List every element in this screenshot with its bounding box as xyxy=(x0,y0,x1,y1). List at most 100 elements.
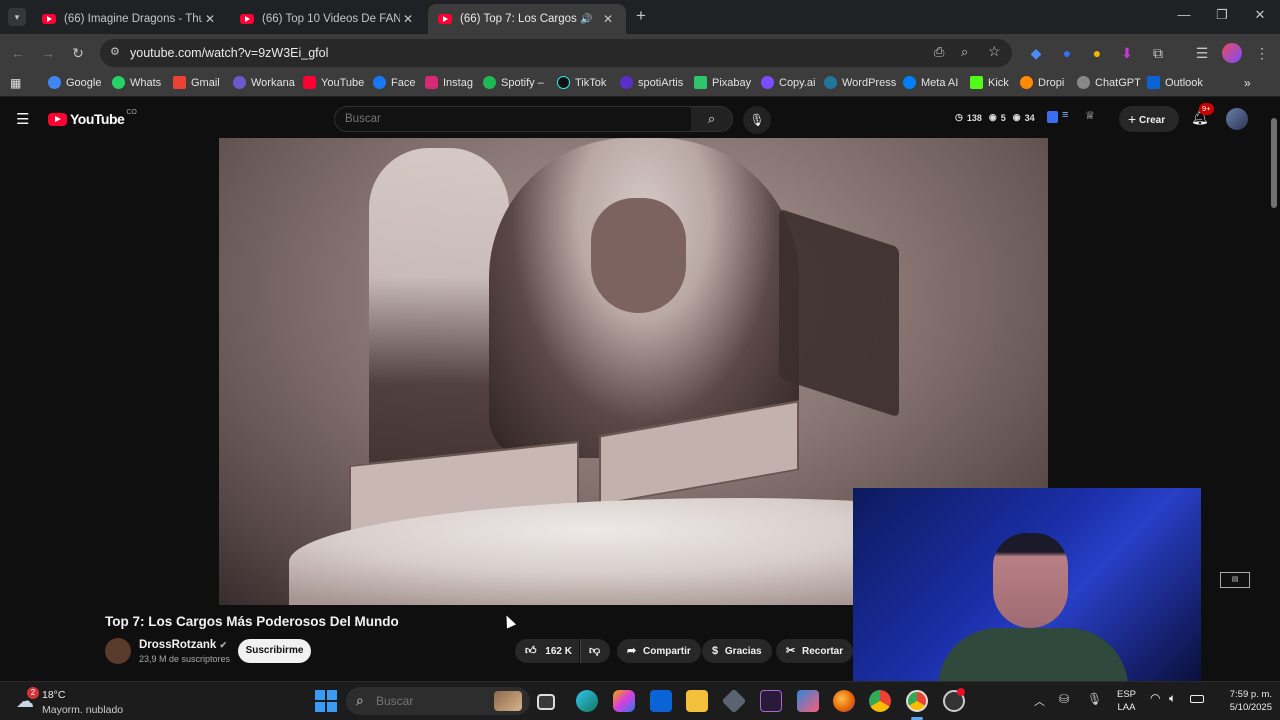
address-bar[interactable]: ⚙ youtube.com/watch?v=9zW3Ei_gfol ⎙ ⌕ ☆ xyxy=(100,39,1012,67)
media-control-icon[interactable]: ☰ xyxy=(1192,43,1212,63)
channel-name[interactable]: DrossRotzank ✔ xyxy=(139,639,227,651)
list-icon[interactable]: ≡ xyxy=(1062,109,1068,121)
file-explorer-icon[interactable] xyxy=(686,690,708,712)
dislike-button[interactable]: 👎︎ xyxy=(580,639,610,663)
tab-close-icon[interactable]: ✕ xyxy=(600,12,616,26)
site-info-icon[interactable]: ⚙ xyxy=(110,45,120,58)
taskbar-search-box[interactable]: ⌕ xyxy=(346,687,530,715)
bookmark-google[interactable]: Google xyxy=(48,76,101,89)
bookmark-workana[interactable]: Workana xyxy=(233,76,295,89)
menu-kebab-icon[interactable]: ⋮ xyxy=(1252,43,1272,63)
clock[interactable]: 7:59 p. m. 5/10/2025 xyxy=(1208,688,1272,714)
download-extension-icon[interactable]: ⬇ xyxy=(1117,43,1137,63)
tab-close-icon[interactable]: ✕ xyxy=(400,12,416,26)
voice-search-button[interactable]: 🎙︎ xyxy=(743,106,771,134)
extensions-puzzle-icon[interactable]: ⧉ xyxy=(1148,43,1168,63)
tiktok-icon xyxy=(557,76,570,89)
tray-overflow-icon[interactable]: ︿ xyxy=(1034,693,1045,709)
bookmark-copyai[interactable]: Copy.ai xyxy=(761,76,815,89)
snipping-tool-icon[interactable] xyxy=(797,690,819,712)
hamburger-menu-icon[interactable]: ☰ xyxy=(16,110,29,128)
thanks-button[interactable]: $ Gracias xyxy=(702,639,772,663)
bookmark-outlook[interactable]: Outlook xyxy=(1147,76,1203,89)
keyboard-language[interactable]: ESP LAA xyxy=(1117,688,1136,714)
tab-top-7-cargos[interactable]: (66) Top 7: Los Cargos Más 🔊 ✕ xyxy=(428,4,626,34)
microsoft-store-icon[interactable] xyxy=(650,690,672,712)
youtube-search-button[interactable]: ⌕ xyxy=(691,106,733,132)
volume-icon[interactable]: 🔈︎ xyxy=(1169,691,1176,706)
firefox-icon[interactable] xyxy=(833,690,855,712)
chrome-active-icon[interactable] xyxy=(906,690,928,712)
like-button[interactable]: 👍︎ 162 K xyxy=(515,639,579,663)
account-avatar[interactable] xyxy=(1226,108,1248,130)
page-scrollbar[interactable] xyxy=(1268,98,1280,681)
battery-icon[interactable] xyxy=(1190,695,1204,703)
app-hexagon-icon[interactable] xyxy=(721,688,747,714)
new-tab-button[interactable]: + xyxy=(632,7,650,25)
youtube-logo[interactable]: YouTube CO xyxy=(48,109,137,127)
copyai-icon xyxy=(761,76,774,89)
clip-button[interactable]: ✂ Recortar xyxy=(776,639,854,663)
chrome-icon[interactable] xyxy=(869,690,891,712)
youtube-search-input[interactable] xyxy=(345,113,645,125)
bookmark-spotify[interactable]: Spotify – xyxy=(483,76,544,89)
bookmark-spotiartis[interactable]: spotiArtis xyxy=(620,76,683,89)
maximize-icon[interactable]: ❐ xyxy=(1208,7,1236,23)
tab-close-icon[interactable]: ✕ xyxy=(202,12,218,26)
share-button[interactable]: ➦ Compartir xyxy=(617,639,701,663)
zoom-icon[interactable]: ⌕ xyxy=(961,44,968,60)
bookmark-kick[interactable]: Kick xyxy=(970,76,1009,89)
outlook-icon xyxy=(1147,76,1160,89)
bookmark-meta-ai[interactable]: Meta AI xyxy=(903,76,958,89)
bookmark-star-icon[interactable]: ☆ xyxy=(988,43,1001,60)
channel-avatar[interactable] xyxy=(105,638,131,664)
bookmark-instag[interactable]: Instag xyxy=(425,76,473,89)
workana-icon xyxy=(233,76,246,89)
subscribe-button[interactable]: Suscribirme xyxy=(238,639,311,663)
bookmark-whats[interactable]: Whats xyxy=(112,76,161,89)
reload-icon[interactable]: ↻ xyxy=(68,43,88,63)
bookmark-wordpress[interactable]: WordPress xyxy=(824,76,896,89)
back-icon[interactable]: ← xyxy=(8,43,28,63)
bookmark-pixabay[interactable]: Pixabay xyxy=(694,76,751,89)
bookmark-dropi[interactable]: Dropi xyxy=(1020,76,1064,89)
copilot-icon[interactable] xyxy=(613,690,635,712)
tab-top-10-videos[interactable]: (66) Top 10 Videos De FANTASM ✕ xyxy=(230,4,426,34)
bookmark-youtube[interactable]: YouTube xyxy=(303,76,364,89)
apps-grid-icon[interactable]: ▦ xyxy=(10,76,21,90)
weather-widget[interactable]: ☁ 2 18°C Mayorm. nublado xyxy=(16,687,136,717)
search-icon: ⌕ xyxy=(356,692,364,708)
tray-microphone-icon[interactable]: 🎙︎ xyxy=(1087,692,1102,706)
youtube-search-box[interactable] xyxy=(334,106,692,132)
edge-icon[interactable] xyxy=(576,690,598,712)
windows-start-icon[interactable] xyxy=(315,690,337,712)
install-app-icon[interactable]: ⎙ xyxy=(934,44,944,60)
bookmark-face[interactable]: Face xyxy=(373,76,415,89)
extension-badge-icon[interactable] xyxy=(1047,111,1058,123)
medal-icon[interactable]: ♕ xyxy=(1085,109,1095,122)
browser-toolbar: ← → ↻ ⚙ youtube.com/watch?v=9zW3Ei_gfol … xyxy=(0,34,1280,71)
extension-icon-1[interactable]: ◆ xyxy=(1026,43,1046,63)
create-button[interactable]: + Crear xyxy=(1119,106,1179,132)
app-dark-icon[interactable] xyxy=(760,690,782,712)
extension-icon-2[interactable]: ● xyxy=(1057,43,1077,63)
bookmark-gmail[interactable]: Gmail xyxy=(173,76,220,89)
speaker-icon[interactable]: 🔊 xyxy=(580,14,596,25)
tab-imagine-dragons[interactable]: (66) Imagine Dragons - Thunde ✕ xyxy=(32,4,228,34)
scrollbar-thumb[interactable] xyxy=(1271,118,1277,208)
close-window-icon[interactable]: ✕ xyxy=(1246,7,1274,23)
more-bookmarks-icon[interactable]: » xyxy=(1244,76,1251,90)
tab-search-button[interactable]: ▾ xyxy=(8,8,26,26)
tray-app-icon[interactable]: ⛁ xyxy=(1059,692,1069,706)
channel-watermark-icon[interactable]: ▤ xyxy=(1220,572,1250,588)
forward-icon[interactable]: → xyxy=(38,43,58,63)
bookmark-chatgpt[interactable]: ChatGPT xyxy=(1077,76,1141,89)
taskbar-search-input[interactable] xyxy=(376,694,496,708)
minimize-icon[interactable]: — xyxy=(1170,7,1198,22)
kick-icon xyxy=(970,76,983,89)
wifi-icon[interactable]: ◠ xyxy=(1150,691,1160,705)
extension-icon-3[interactable]: ● xyxy=(1087,43,1107,63)
bookmark-tiktok[interactable]: TikTok xyxy=(557,76,606,89)
task-view-icon[interactable] xyxy=(537,694,555,710)
profile-avatar[interactable] xyxy=(1222,43,1242,63)
